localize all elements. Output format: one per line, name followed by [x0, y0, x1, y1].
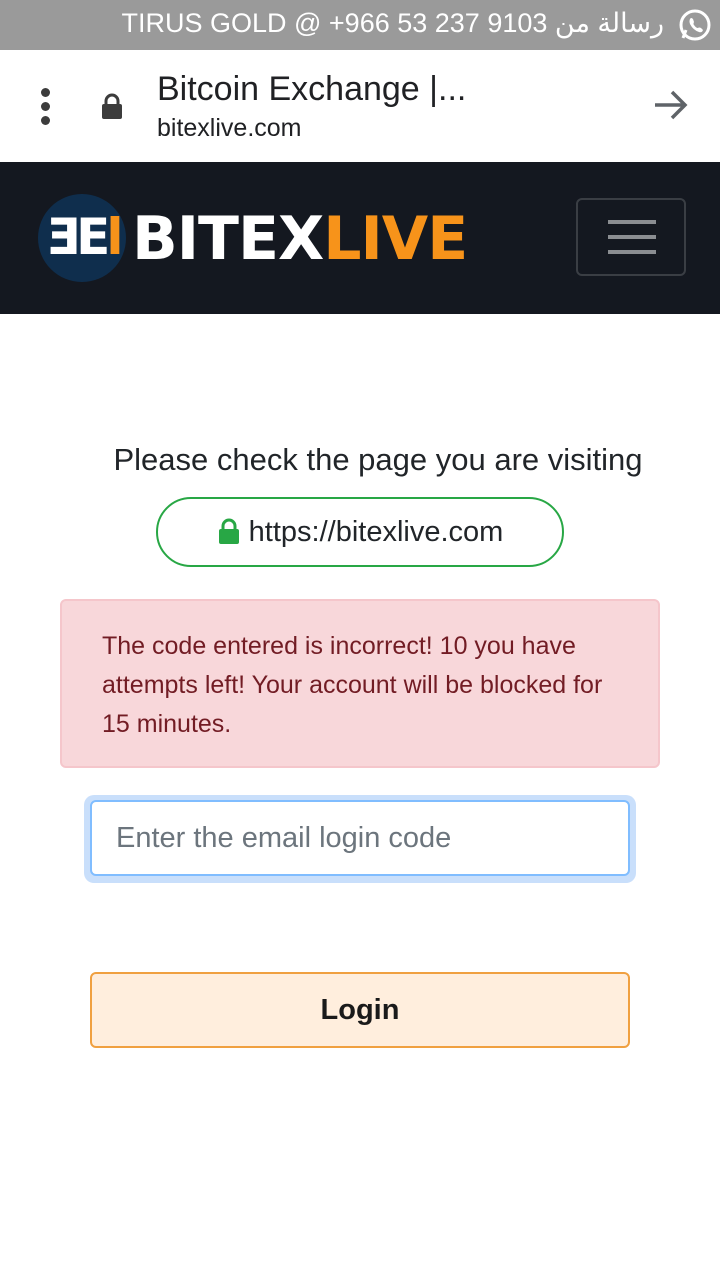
page-url[interactable]: bitexlive.com: [157, 114, 302, 143]
check-page-heading: Please check the page you are visiting: [113, 442, 643, 477]
whatsapp-icon: [679, 9, 711, 41]
page-title[interactable]: Bitcoin Exchange |...: [157, 70, 607, 109]
login-code-input[interactable]: [90, 800, 630, 876]
logo-wordmark: BITEXLIVE: [132, 204, 468, 274]
browser-address-bar: Bitcoin Exchange |... bitexlive.com: [0, 50, 720, 162]
hamburger-menu-button[interactable]: [576, 198, 686, 276]
lock-icon[interactable]: [100, 93, 124, 121]
notification-bar: رسالة من TIRUS GOLD @ +966 53 237 9103: [0, 0, 720, 50]
secure-url-text: https://bitexlive.com: [248, 515, 504, 548]
lock-icon: [218, 518, 239, 544]
logo-mark: ƎEl: [46, 208, 123, 266]
error-alert: The code entered is incorrect! 10 you ha…: [60, 599, 660, 768]
notification-text: رسالة من TIRUS GOLD @ +966 53 237 9103: [121, 8, 664, 38]
login-button[interactable]: Login: [90, 972, 630, 1048]
more-vert-icon[interactable]: [38, 88, 54, 125]
forward-arrow-icon[interactable]: [652, 88, 690, 122]
secure-url-badge: https://bitexlive.com: [156, 497, 564, 567]
bitexlive-logo[interactable]: ƎEl BITEXLIVE: [38, 194, 468, 282]
site-navbar: ƎEl BITEXLIVE: [0, 162, 720, 314]
